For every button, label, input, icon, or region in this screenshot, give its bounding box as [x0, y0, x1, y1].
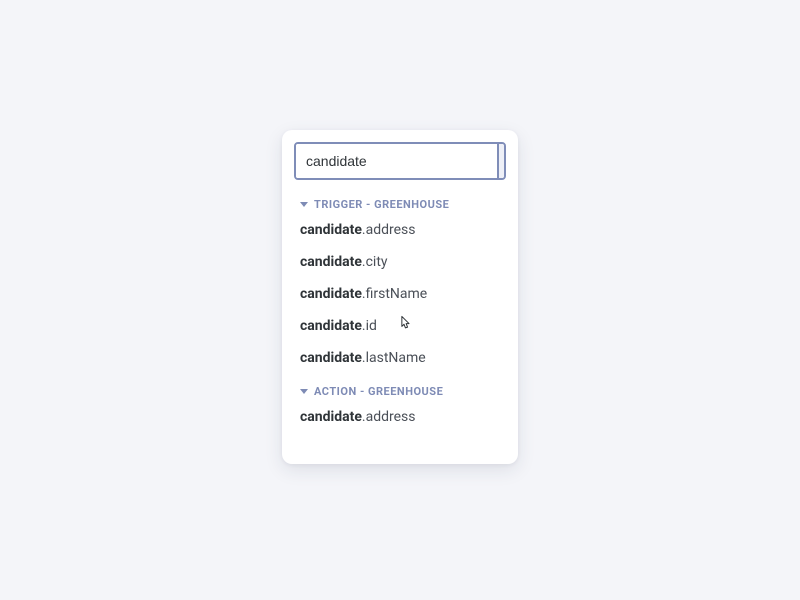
rest-text: .city: [362, 254, 388, 270]
rest-text: .lastName: [362, 350, 426, 366]
group-label: TRIGGER - GREENHOUSE: [314, 198, 449, 211]
suggestion-item[interactable]: candidate.firstName: [300, 285, 506, 303]
caret-down-icon: [300, 389, 308, 394]
suggestion-item[interactable]: candidate.city: [300, 253, 506, 271]
group-header-action[interactable]: ACTION - GREENHOUSE: [300, 385, 506, 398]
caret-down-icon: [300, 202, 308, 207]
rest-text: .address: [362, 222, 416, 238]
match-text: candidate: [300, 318, 362, 334]
match-text: candidate: [300, 254, 362, 270]
autocomplete-panel: TRIGGER - GREENHOUSE candidate.address c…: [282, 130, 518, 464]
search-button[interactable]: [497, 144, 506, 178]
search-input[interactable]: [296, 144, 497, 178]
match-text: candidate: [300, 286, 362, 302]
suggestion-item[interactable]: candidate.lastName: [300, 349, 506, 367]
group-label: ACTION - GREENHOUSE: [314, 385, 443, 398]
match-text: candidate: [300, 350, 362, 366]
match-text: candidate: [300, 409, 362, 425]
suggestion-item[interactable]: candidate.address: [300, 408, 506, 426]
suggestion-item[interactable]: candidate.id: [300, 317, 506, 335]
rest-text: .firstName: [362, 286, 427, 302]
group-header-trigger[interactable]: TRIGGER - GREENHOUSE: [300, 198, 506, 211]
match-text: candidate: [300, 222, 362, 238]
rest-text: .address: [362, 409, 416, 425]
suggestion-item[interactable]: candidate.address: [300, 221, 506, 239]
rest-text: .id: [362, 318, 377, 334]
search-row: [294, 142, 506, 180]
